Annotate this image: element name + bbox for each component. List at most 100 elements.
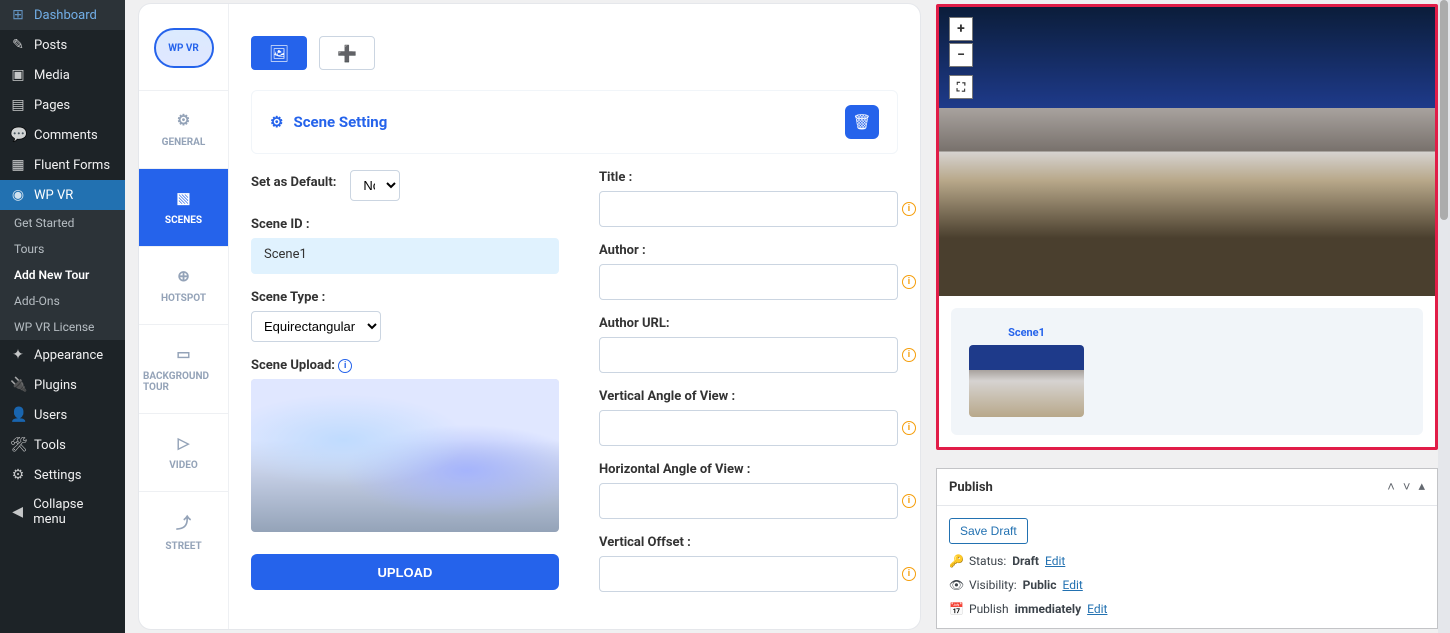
delete-scene-button[interactable]: 🗑 <box>845 105 879 139</box>
monitor-icon: ▭ <box>176 345 190 363</box>
eye-icon: 👁 <box>949 578 963 592</box>
sidebar-item-media[interactable]: ▣Media <box>0 60 125 90</box>
info-icon[interactable]: i <box>902 348 916 362</box>
scene-thumb-label: Scene1 <box>1008 326 1045 339</box>
scene-thumbnails: Scene1 <box>951 308 1423 435</box>
zoom-in-button[interactable]: + <box>949 17 973 41</box>
editor-main: 🖼 ➕ ⚙ Scene Setting 🗑 Set as Default: No <box>229 4 920 629</box>
info-icon[interactable]: i <box>902 275 916 289</box>
wpvr-icon: ◉ <box>10 187 26 203</box>
publish-metabox: Publish ˄ ˅ ▴ Save Draft 🔑 Status: Draft… <box>936 468 1438 629</box>
sidebar-item-appearance[interactable]: ✦Appearance <box>0 340 125 370</box>
video-icon: ▷ <box>178 434 190 452</box>
scene-type-select[interactable]: Equirectangular <box>251 311 381 342</box>
vtab-hotspot[interactable]: ⊕HOTSPOT <box>139 246 228 324</box>
publish-title: Publish <box>949 480 993 495</box>
sidebar-item-wpvr[interactable]: ◉WP VR <box>0 180 125 210</box>
info-icon[interactable]: i <box>338 359 352 373</box>
plugin-icon: 🔌 <box>10 377 26 393</box>
right-sidebar: + − ⛶ Scene1 Publish ˄ ˅ ▴ <box>936 0 1438 633</box>
sidebar-item-posts[interactable]: ✎Posts <box>0 30 125 60</box>
visibility-row: 👁 Visibility: Public Edit <box>949 578 1425 592</box>
page-scrollbar[interactable] <box>1438 0 1450 633</box>
sidebar-sub-get-started[interactable]: Get Started <box>0 210 125 236</box>
tab-button-image[interactable]: 🖼 <box>251 36 307 70</box>
editor-container: WP VR ⚙GENERAL ▧SCENES ⊕HOTSPOT ▭BACKGRO… <box>139 4 920 629</box>
set-default-label: Set as Default: <box>251 175 336 190</box>
gear-icon: ⚙ <box>270 113 283 131</box>
upload-button[interactable]: UPLOAD <box>251 554 559 590</box>
sidebar-sub-add-new-tour[interactable]: Add New Tour <box>0 262 125 288</box>
vtab-street[interactable]: ⤴STREET <box>139 491 228 572</box>
panorama-viewer[interactable]: + − ⛶ <box>939 7 1435 296</box>
image-icon: 🖼 <box>269 44 289 63</box>
sidebar-sub-license[interactable]: WP VR License <box>0 314 125 340</box>
sidebar-sub-addons[interactable]: Add-Ons <box>0 288 125 314</box>
editor-vertical-tabs: WP VR ⚙GENERAL ▧SCENES ⊕HOTSPOT ▭BACKGRO… <box>139 4 229 629</box>
wpvr-logo: WP VR <box>154 28 214 68</box>
sidebar-item-settings[interactable]: ⚙Settings <box>0 460 125 490</box>
edit-visibility-link[interactable]: Edit <box>1062 578 1082 592</box>
vtab-general[interactable]: ⚙GENERAL <box>139 90 228 168</box>
pin-icon: ✎ <box>10 37 26 53</box>
hav-label: Horizontal Angle of View : <box>599 462 750 477</box>
collapse-icon: ◀ <box>10 504 25 520</box>
fullscreen-button[interactable]: ⛶ <box>949 75 973 99</box>
author-label: Author : <box>599 243 646 258</box>
sidebar-item-fluent-forms[interactable]: ▦Fluent Forms <box>0 150 125 180</box>
sidebar-item-pages[interactable]: ▤Pages <box>0 90 125 120</box>
scene-form: Set as Default: No Scene ID : Scene1 Sce… <box>251 170 898 608</box>
sidebar-item-collapse[interactable]: ◀Collapse menu <box>0 490 125 534</box>
edit-schedule-link[interactable]: Edit <box>1087 602 1107 616</box>
sidebar-item-tools[interactable]: 🛠Tools <box>0 430 125 460</box>
author-url-input[interactable] <box>599 337 898 373</box>
info-icon[interactable]: i <box>902 567 916 581</box>
gear-icon: ⚙ <box>10 467 26 483</box>
street-icon: ⤴ <box>176 512 191 533</box>
sidebar-item-comments[interactable]: 💬Comments <box>0 120 125 150</box>
scene-upload-preview <box>251 379 559 532</box>
vtab-scenes[interactable]: ▧SCENES <box>139 168 228 246</box>
status-row: 🔑 Status: Draft Edit <box>949 554 1425 568</box>
set-default-select[interactable]: No <box>350 170 400 201</box>
caret-up-icon[interactable]: ▴ <box>1418 479 1425 495</box>
info-icon[interactable]: i <box>902 494 916 508</box>
key-icon: 🔑 <box>949 554 963 568</box>
title-input[interactable] <box>599 191 898 227</box>
info-icon[interactable]: i <box>902 202 916 216</box>
voff-input[interactable] <box>599 556 898 592</box>
gear-icon: ⚙ <box>177 111 190 129</box>
edit-status-link[interactable]: Edit <box>1045 554 1065 568</box>
media-icon: ▣ <box>10 67 26 83</box>
scene-setting-panel-header: ⚙ Scene Setting 🗑 <box>251 90 898 154</box>
preview-panel: + − ⛶ Scene1 <box>936 4 1438 450</box>
author-input[interactable] <box>599 264 898 300</box>
chevron-up-icon[interactable]: ˄ <box>1387 479 1395 495</box>
image-icon: ▧ <box>176 189 190 207</box>
scene-setting-title: ⚙ Scene Setting <box>270 113 387 131</box>
zoom-out-button[interactable]: − <box>949 43 973 67</box>
tab-button-add[interactable]: ➕ <box>319 36 375 70</box>
info-icon[interactable]: i <box>902 421 916 435</box>
sidebar-sub-tours[interactable]: Tours <box>0 236 125 262</box>
comment-icon: 💬 <box>10 127 26 143</box>
calendar-icon: 📅 <box>949 602 963 616</box>
scene-id-label: Scene ID : <box>251 217 309 232</box>
sidebar-item-dashboard[interactable]: ⊞Dashboard <box>0 0 125 30</box>
save-draft-button[interactable]: Save Draft <box>949 518 1028 544</box>
sidebar-item-users[interactable]: 👤Users <box>0 400 125 430</box>
vtab-video[interactable]: ▷VIDEO <box>139 413 228 491</box>
vav-input[interactable] <box>599 410 898 446</box>
title-label: Title : <box>599 170 632 185</box>
trash-icon: 🗑 <box>852 113 871 131</box>
chevron-down-icon[interactable]: ˅ <box>1403 479 1411 495</box>
vtab-background-tour[interactable]: ▭BACKGROUND TOUR <box>139 324 228 413</box>
brush-icon: ✦ <box>10 347 26 363</box>
voff-label: Vertical Offset : <box>599 535 691 550</box>
hav-input[interactable] <box>599 483 898 519</box>
scene-thumb[interactable]: Scene1 <box>969 326 1084 417</box>
scene-id-value: Scene1 <box>251 238 559 274</box>
user-icon: 👤 <box>10 407 26 423</box>
scene-type-label: Scene Type : <box>251 290 325 305</box>
sidebar-item-plugins[interactable]: 🔌Plugins <box>0 370 125 400</box>
